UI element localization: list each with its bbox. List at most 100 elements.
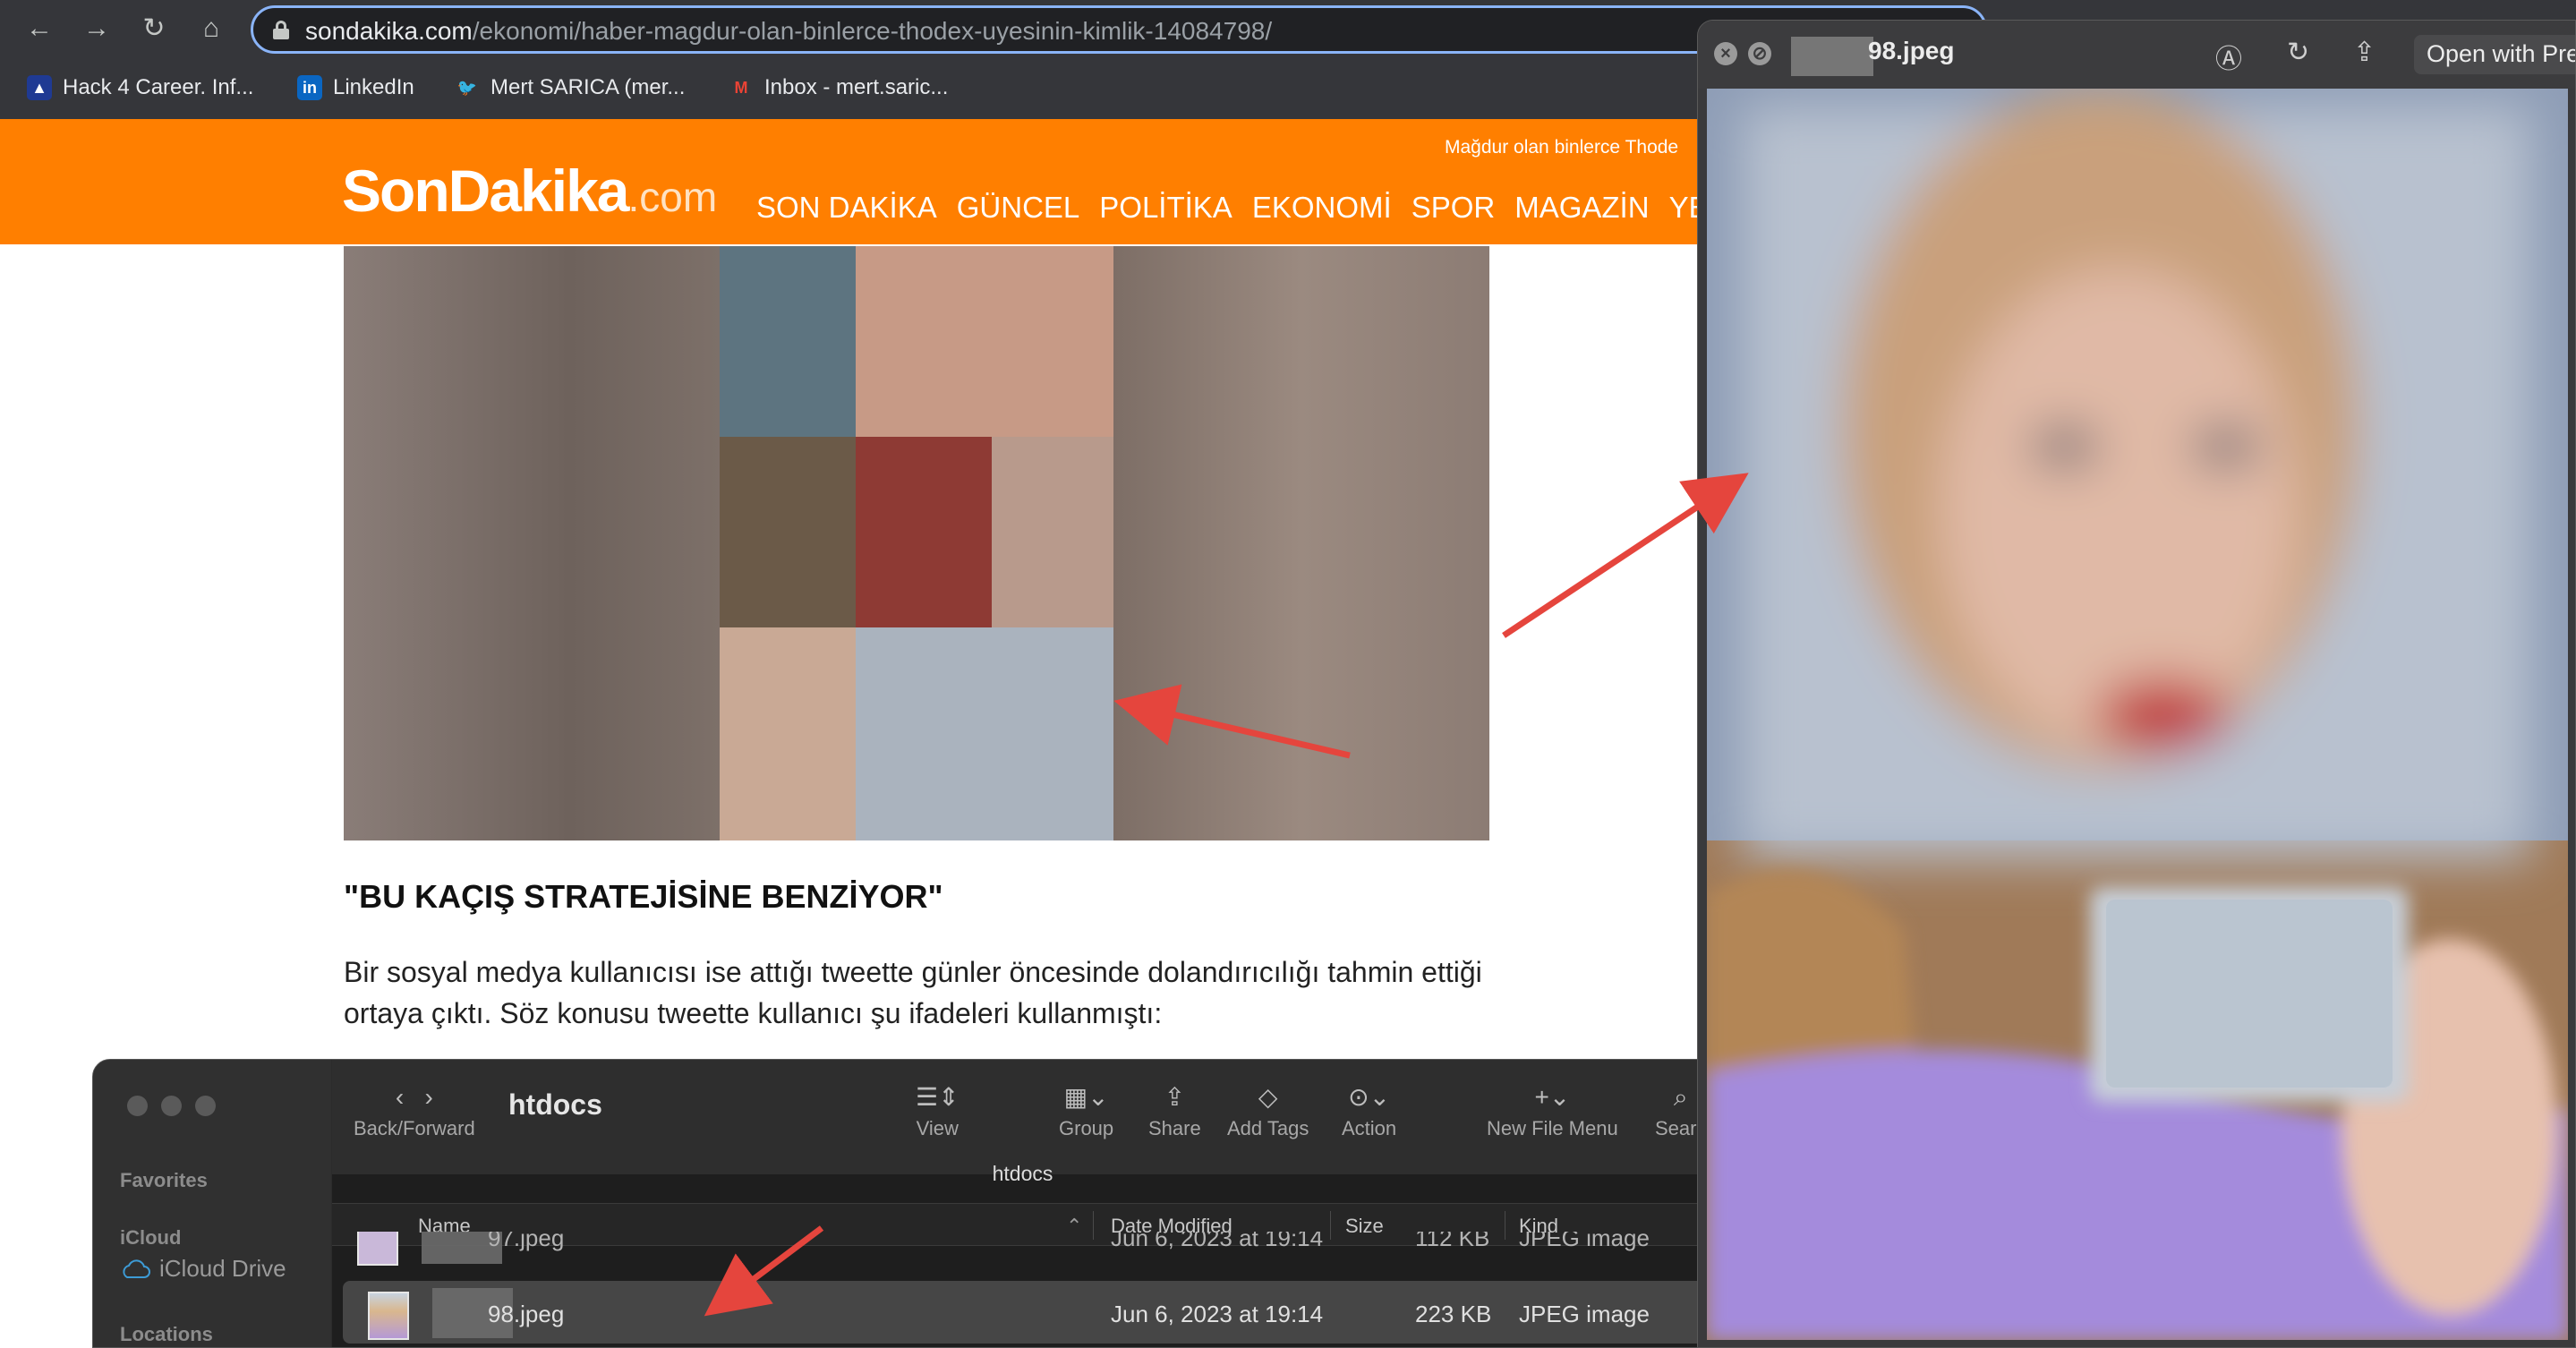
group-button[interactable]: ▦⌄ Group (1059, 1081, 1113, 1140)
new-file-menu-button[interactable]: +⌄ New File Menu (1487, 1081, 1618, 1140)
forward-arrow-icon[interactable]: → (79, 11, 115, 47)
path-title: htdocs (992, 1162, 1053, 1185)
minimize-button[interactable] (161, 1096, 182, 1116)
bookmark-gmail[interactable]: M Inbox - mert.saric... (729, 70, 949, 106)
file-kind: JPEG image (1519, 1301, 1650, 1327)
file-size: 223 KB (1415, 1301, 1492, 1327)
chevron-left-right-icon: ‹ › (395, 1083, 433, 1111)
finder-sidebar: Favorites iCloud iCloud Drive Locations (93, 1060, 331, 1347)
group-icon: ▦⌄ (1063, 1083, 1109, 1111)
logo-main: SonDakika (342, 158, 629, 224)
quicklook-filename: 98.jpeg (1868, 37, 1955, 64)
markup-icon[interactable]: Ⓐ (2215, 37, 2242, 76)
back-forward-button[interactable]: ‹ › Back/Forward (354, 1081, 475, 1140)
quicklook-titlebar: × ⊘ 98.jpeg Ⓐ ↻ ⇪ Open with Pre (1698, 21, 2575, 89)
bookmark-twitter[interactable]: 🐦 Mert SARICA (mer... (455, 70, 686, 106)
article-body: Bir sosyal medya kullanıcısı ise attığı … (344, 956, 1482, 1029)
action-label: Action (1342, 1117, 1397, 1139)
add-tags-button[interactable]: ◇ Add Tags (1227, 1081, 1309, 1140)
rotate-icon[interactable]: ↻ (2287, 37, 2309, 68)
plus-icon: +⌄ (1534, 1083, 1571, 1111)
bookmark-linkedin[interactable]: in LinkedIn (297, 70, 414, 106)
finder-window-title: htdocs (508, 1088, 602, 1121)
group-label: Group (1059, 1117, 1114, 1139)
url-text: sondakika.com/ekonomi/haber-magdur-olan-… (305, 17, 1272, 46)
sidebar-item-label: iCloud Drive (159, 1255, 286, 1282)
nav-magazin[interactable]: MAGAZİN (1514, 191, 1649, 225)
sidebar-section-locations: Locations (120, 1323, 213, 1345)
nav-ekonomi[interactable]: EKONOMİ (1252, 191, 1392, 225)
back-forward-label: Back/Forward (354, 1117, 475, 1139)
action-button[interactable]: ⊙⌄ Action (1342, 1081, 1396, 1140)
article-image (344, 246, 1489, 840)
zoom-button[interactable] (195, 1096, 216, 1116)
share-button[interactable]: ⇪ Share (1148, 1081, 1201, 1140)
file-size: 112 KB (1415, 1232, 1490, 1251)
file-name: 98.jpeg (488, 1301, 565, 1327)
view-label: View (916, 1117, 959, 1139)
lock-icon (273, 21, 289, 39)
list-view-icon: ☰⇕ (916, 1083, 960, 1111)
nav-son-dakika[interactable]: SON DAKİKA (756, 191, 937, 225)
photo-cell (720, 437, 856, 627)
fullscreen-icon[interactable]: ⊘ (1748, 42, 1771, 65)
nav-spor[interactable]: SPOR (1412, 191, 1496, 225)
tag-icon: ◇ (1258, 1083, 1278, 1111)
share-label: Share (1148, 1117, 1201, 1139)
hack4career-icon: ▲ (27, 75, 52, 100)
redaction-box (1791, 37, 1873, 76)
site-nav: SON DAKİKA GÜNCEL POLİTİKA EKONOMİ SPOR … (756, 191, 1766, 225)
share-icon: ⇪ (1164, 1083, 1186, 1111)
close-icon[interactable]: × (1714, 42, 1737, 65)
header-tagline[interactable]: Mağdur olan binlerce Thode (1445, 137, 1678, 158)
bookmark-label: Mert SARICA (mer... (490, 75, 686, 99)
file-row-selected[interactable]: 98.jpeg Jun 6, 2023 at 19:14 223 KB JPEG… (343, 1281, 1711, 1344)
file-name: 97.jpeg (488, 1232, 565, 1251)
blurred-right-panel (1113, 246, 1489, 840)
bookmark-label: Hack 4 Career. Inf... (63, 75, 254, 99)
share-icon[interactable]: ⇪ (2353, 37, 2376, 68)
twitter-icon: 🐦 (456, 78, 478, 97)
file-kind: JPEG image (1519, 1232, 1650, 1251)
linkedin-icon: in (297, 75, 322, 100)
back-arrow-icon[interactable]: ← (21, 11, 57, 47)
sidebar-item-icloud-drive[interactable]: iCloud Drive (120, 1255, 286, 1283)
view-button[interactable]: ☰⇕ View (916, 1081, 960, 1140)
finder-main: ‹ › Back/Forward htdocs ☰⇕ View ▦⌄ Group… (332, 1060, 1711, 1347)
cloud-icon (123, 1258, 150, 1278)
photo-cell (992, 437, 1113, 627)
photo-cell (856, 437, 992, 627)
close-button[interactable] (127, 1096, 148, 1116)
bookmark-label: LinkedIn (333, 75, 414, 99)
site-logo[interactable]: SonDakika.com (342, 157, 717, 225)
open-with-preview-button[interactable]: Open with Pre (2414, 35, 2575, 74)
add-tags-label: Add Tags (1227, 1117, 1309, 1139)
sidebar-section-favorites: Favorites (120, 1169, 208, 1191)
new-file-menu-label: New File Menu (1487, 1117, 1618, 1139)
file-row[interactable]: 97.jpeg Jun 6, 2023 at 19:14 112 KB JPEG… (332, 1232, 1711, 1266)
ellipsis-circle-icon: ⊙⌄ (1348, 1083, 1391, 1111)
photo-cell (720, 246, 856, 437)
finder-window: Favorites iCloud iCloud Drive Locations … (92, 1059, 1712, 1348)
bookmark-hack4career[interactable]: ▲ Hack 4 Career. Inf... (27, 70, 253, 106)
screen: ← → ↻ ⌂ sondakika.com/ekonomi/haber-magd… (0, 0, 2576, 1348)
nav-politika[interactable]: POLİTİKA (1099, 191, 1233, 225)
nav-guncel[interactable]: GÜNCEL (957, 191, 1080, 225)
file-date: Jun 6, 2023 at 19:14 (1111, 1301, 1324, 1327)
photo-cell (856, 246, 1113, 437)
home-icon[interactable]: ⌂ (193, 11, 229, 47)
url-host: sondakika.com (305, 17, 473, 45)
blurred-left-panel (344, 246, 720, 840)
file-thumbnail (357, 1232, 398, 1266)
sidebar-section-icloud: iCloud (120, 1226, 182, 1249)
url-path: /ekonomi/haber-magdur-olan-binlerce-thod… (472, 17, 1273, 45)
file-date: Jun 6, 2023 at 19:14 (1111, 1232, 1324, 1251)
finder-toolbar: ‹ › Back/Forward htdocs ☰⇕ View ▦⌄ Group… (332, 1060, 1711, 1185)
blurred-id-selfie (1707, 89, 2568, 1340)
photo-cell (856, 627, 1113, 840)
article-heading: "BU KAÇIŞ STRATEJİSİNE BENZİYOR" (344, 878, 943, 915)
quicklook-window: × ⊘ 98.jpeg Ⓐ ↻ ⇪ Open with Pre (1697, 20, 2576, 1348)
photo-cell (720, 627, 856, 840)
gmail-icon: M (734, 78, 748, 97)
reload-icon[interactable]: ↻ (136, 11, 172, 47)
